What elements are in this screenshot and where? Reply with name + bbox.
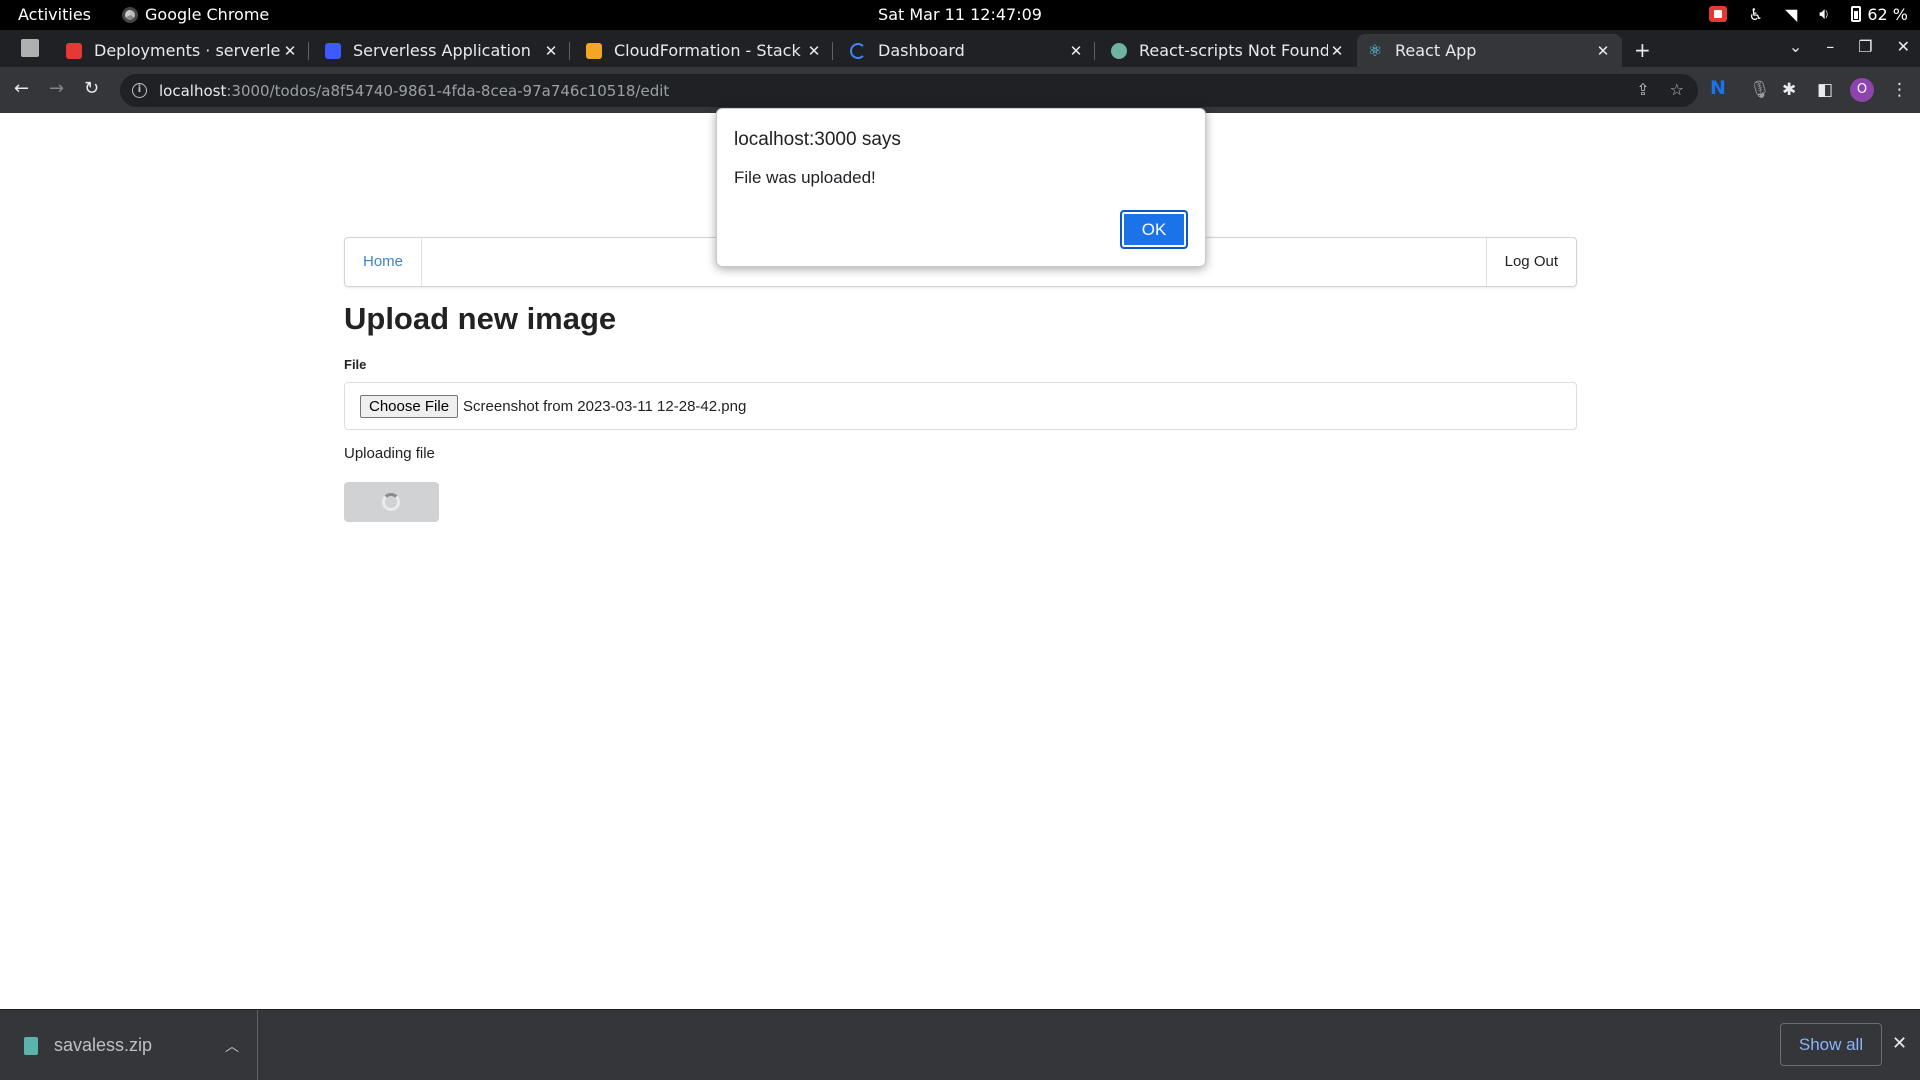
react-favicon-icon: ⚛	[1367, 40, 1383, 60]
tab-separator	[832, 42, 833, 60]
home-link[interactable]: Home	[345, 238, 423, 286]
file-field-label: File	[344, 357, 367, 372]
minimize-icon[interactable]: –	[1826, 37, 1834, 56]
close-download-bar-icon[interactable]: ✕	[1892, 1033, 1907, 1054]
bookmark-star-icon[interactable]: ☆	[1670, 80, 1684, 99]
close-tab-icon[interactable]: ✕	[1328, 42, 1346, 60]
download-file-name: savaless.zip	[54, 1035, 153, 1055]
url-host: localhost	[159, 81, 227, 100]
app-menu[interactable]: Google Chrome	[122, 5, 269, 24]
url-path: :3000/todos/a8f54740-9861-4fda-8cea-97a7…	[226, 81, 670, 100]
system-top-bar: Activities Google Chrome Sat Mar 11 12:4…	[0, 0, 1920, 30]
profile-avatar[interactable]: O	[1850, 78, 1874, 102]
forward-arrow-icon[interactable]: →	[49, 78, 64, 99]
site-info-icon[interactable]: i	[132, 83, 147, 98]
system-tray[interactable]: ♿︎ ◥ 🔉︎ 62 %	[1708, 4, 1908, 24]
upload-button-loading[interactable]	[344, 482, 439, 522]
tab-deployments[interactable]: Deployments · serverless ✕	[56, 34, 309, 67]
vercel-favicon-icon	[66, 42, 82, 59]
tab-separator	[569, 42, 570, 60]
side-panel-icon[interactable]: ◧	[1817, 80, 1833, 100]
download-bar: savaless.zip ︿ Show all ✕	[0, 1009, 1920, 1080]
download-item[interactable]: savaless.zip ︿	[0, 1010, 258, 1080]
address-bar[interactable]: i localhost:3000/todos/a8f54740-9861-4fd…	[120, 74, 1698, 107]
new-tab-plus-icon[interactable]: +	[1634, 38, 1651, 62]
app-name: Google Chrome	[145, 5, 270, 24]
close-tab-icon[interactable]: ✕	[805, 42, 823, 60]
choose-file-button[interactable]: Choose File	[360, 394, 459, 418]
share-icon[interactable]: ⇪	[1636, 80, 1649, 99]
loading-favicon-icon	[850, 42, 866, 59]
chrome-icon	[122, 6, 138, 23]
tab-title: React App	[1395, 41, 1477, 60]
reload-icon[interactable]: ↻	[84, 78, 99, 99]
serverless-favicon-icon	[325, 42, 341, 59]
close-tab-icon[interactable]: ✕	[542, 42, 560, 60]
zip-file-icon	[24, 1037, 38, 1055]
tab-dashboard[interactable]: Dashboard ✕	[840, 34, 1095, 67]
loading-spinner-icon	[382, 493, 400, 511]
chosen-file-name: Screenshot from 2023-03-11 12-28-42.png	[463, 397, 747, 415]
logout-link[interactable]: Log Out	[1485, 238, 1576, 286]
tab-strip: Deployments · serverless ✕ Serverless Ap…	[0, 30, 1920, 67]
alert-dialog: localhost:3000 says File was uploaded! O…	[716, 108, 1206, 267]
close-window-icon[interactable]: ✕	[1897, 37, 1910, 56]
tab-separator	[1094, 42, 1095, 60]
file-input[interactable]: Choose File Screenshot from 2023-03-11 1…	[344, 382, 1577, 430]
chevron-up-icon[interactable]: ︿	[225, 1036, 239, 1056]
page-title: Upload new image	[344, 301, 617, 336]
screen-record-icon[interactable]	[1708, 6, 1727, 22]
chatgpt-favicon-icon	[1111, 42, 1127, 59]
close-tab-icon[interactable]: ✕	[281, 42, 299, 60]
tab-react-scripts[interactable]: React-scripts Not Found. ✕	[1101, 34, 1356, 67]
close-tab-icon[interactable]: ✕	[1067, 42, 1085, 60]
tab-title: Deployments · serverless	[94, 41, 281, 60]
microphone-icon[interactable]: 🎙︎	[1749, 80, 1771, 100]
restore-icon[interactable]: ❐	[1858, 37, 1872, 56]
tab-title: CloudFormation - Stack s	[614, 41, 805, 60]
tab-cloudformation[interactable]: CloudFormation - Stack s ✕	[576, 34, 833, 67]
volume-icon: 🔉︎	[1819, 4, 1830, 23]
clock[interactable]: Sat Mar 11 12:47:09	[0, 5, 1920, 24]
tab-title: Serverless Application	[353, 41, 531, 60]
tab-separator	[308, 42, 309, 60]
activities-button[interactable]: Activities	[18, 5, 91, 24]
n-extension-icon[interactable]: N	[1710, 77, 1726, 99]
kebab-menu-icon[interactable]: ⋮	[1891, 80, 1908, 100]
ok-button[interactable]: OK	[1120, 210, 1188, 249]
tab-serverless-application[interactable]: Serverless Application ✕	[315, 34, 570, 67]
close-tab-icon[interactable]: ✕	[1594, 42, 1612, 60]
extensions-puzzle-icon[interactable]: ✱	[1782, 80, 1796, 100]
tab-title: React-scripts Not Found.	[1139, 41, 1328, 60]
accessibility-icon[interactable]: ♿︎	[1749, 5, 1763, 24]
tab-search-chevron-icon[interactable]: ⌄	[1789, 37, 1802, 56]
wifi-icon: ◥	[1784, 4, 1798, 24]
browser-toolbar: ← → ↻ i localhost:3000/todos/a8f54740-98…	[0, 67, 1920, 113]
pinned-tab-icon[interactable]	[21, 39, 39, 57]
dialog-message: File was uploaded!	[734, 168, 876, 187]
aws-favicon-icon	[586, 42, 602, 59]
dialog-title: localhost:3000 says	[734, 129, 901, 150]
tab-title: Dashboard	[878, 41, 965, 60]
upload-status-text: Uploading file	[344, 445, 435, 462]
battery-icon	[1851, 6, 1862, 22]
battery-indicator: 62 %	[1851, 5, 1908, 24]
back-arrow-icon[interactable]: ←	[14, 78, 29, 99]
battery-level: 62 %	[1867, 4, 1908, 24]
window-controls: ⌄ – ❐ ✕	[1789, 37, 1910, 56]
show-all-button[interactable]: Show all	[1780, 1023, 1882, 1066]
tab-react-app[interactable]: ⚛ React App ✕	[1357, 34, 1622, 67]
